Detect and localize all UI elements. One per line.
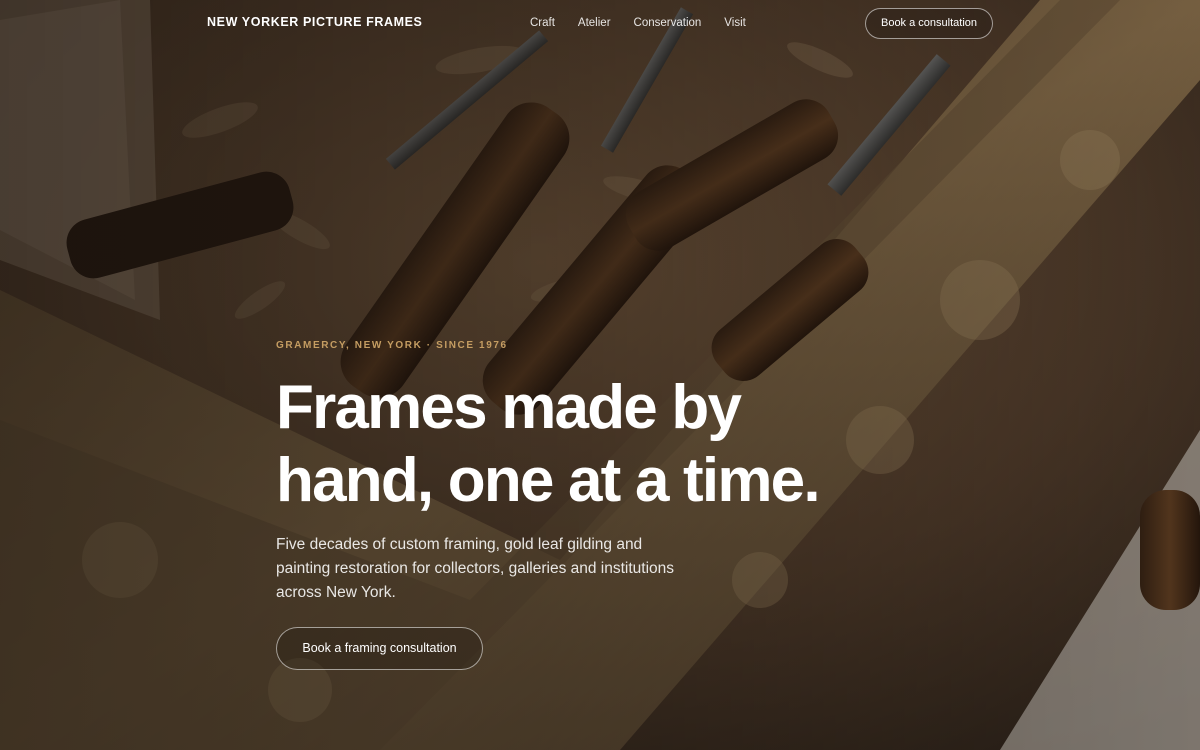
hero-headline: Frames made by hand, one at a time. (276, 371, 916, 517)
hero-content: GRAMERCY, NEW YORK · SINCE 1976 Frames m… (276, 340, 916, 605)
hero-lead-paragraph: Five decades of custom framing, gold lea… (276, 533, 706, 605)
nav-link-craft[interactable]: Craft (530, 17, 555, 29)
top-navigation: NEW YORKER PICTURE FRAMES Craft Atelier … (0, 0, 1200, 46)
book-framing-consultation-button[interactable]: Book a framing consultation (276, 627, 483, 670)
hero-headline-line: hand, one at a time. (276, 446, 821, 515)
hero-eyebrow: GRAMERCY, NEW YORK · SINCE 1976 (276, 340, 508, 351)
nav-link-conservation[interactable]: Conservation (634, 17, 702, 29)
brand-logo-link[interactable]: NEW YORKER PICTURE FRAMES (207, 15, 422, 29)
nav-link-atelier[interactable]: Atelier (578, 17, 611, 29)
hero-headline-line: Frames made by (276, 373, 742, 442)
primary-nav-links: Craft Atelier Conservation Visit (530, 17, 746, 29)
book-consultation-button[interactable]: Book a consultation (865, 8, 993, 39)
hero-lead-line: Five decades of custom framing, gold lea… (276, 536, 643, 553)
hero-lead-line: painting restoration for collectors, gal… (276, 560, 675, 577)
hero-lead-line: across New York. (276, 584, 396, 601)
nav-link-visit[interactable]: Visit (724, 17, 746, 29)
